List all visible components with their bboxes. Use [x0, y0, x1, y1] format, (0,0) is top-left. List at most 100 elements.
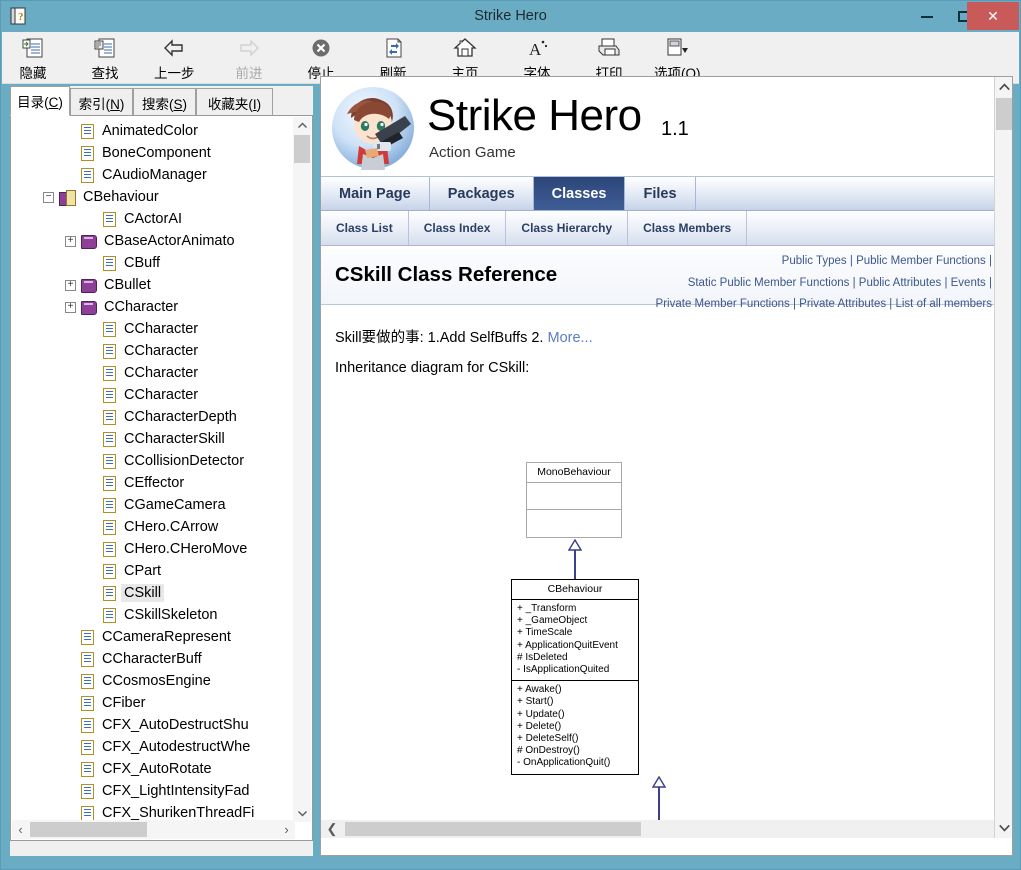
uml-attribute-item: + ApplicationQuitEvent [517, 639, 618, 651]
inheritance-diagram: MonoBehaviour CBehaviour + _Transform + _Ga… [321, 382, 995, 838]
doc-subtab-class-index[interactable]: Class Index [409, 211, 507, 245]
doc-subtab-class-list[interactable]: Class List [321, 211, 409, 245]
tree-scroll-thumb[interactable] [294, 135, 310, 163]
tree-item-label: CCharacter [104, 299, 179, 315]
contents-tree[interactable]: AnimatedColor BoneComponent CAudioManager −… [10, 115, 313, 841]
toolbar-button-stop[interactable]: 停止 [306, 35, 336, 82]
toolbar-button-options[interactable]: 选项(O) [654, 35, 701, 82]
doc-tab-classes[interactable]: Classes [533, 177, 626, 210]
tree-item[interactable]: CCharacter [11, 318, 292, 340]
tree-item[interactable]: CCharacterSkill [11, 428, 292, 450]
toolbar-button-refresh[interactable]: 刷新 [378, 35, 408, 82]
tree-horizontal-scrollbar[interactable]: ‹ › [12, 820, 295, 839]
tree-item[interactable]: CCollisionDetector [11, 450, 292, 472]
toolbar-button-find[interactable]: 查找 [90, 35, 120, 82]
doc-tab-main-page[interactable]: Main Page [321, 177, 430, 210]
more-link[interactable]: More... [547, 330, 592, 346]
tree-item[interactable]: CFX_AutoDestructShu [11, 714, 292, 736]
tree-item[interactable]: CHero.CArrow [11, 516, 292, 538]
tree-hscroll-right-button[interactable]: › [278, 820, 295, 839]
toolbar-button-hide-pane[interactable]: 隐藏 [18, 35, 48, 82]
doc-vertical-scrollbar[interactable] [994, 77, 1012, 838]
tree-item[interactable]: CCharacter [11, 384, 292, 406]
tree-item[interactable]: CPart [11, 560, 292, 582]
summary-link[interactable]: Public Types [782, 255, 847, 267]
tree-item[interactable]: + CCharacter [11, 296, 292, 318]
uml-class-box-cbehaviour[interactable]: CBehaviour + _Transform + _GameObject + Tim… [511, 579, 639, 775]
home-icon [450, 35, 480, 61]
tree-item[interactable]: CCameraRepresent [11, 626, 292, 648]
tree-hscroll-left-button[interactable]: ‹ [12, 820, 29, 839]
page-icon [103, 387, 116, 403]
tree-item[interactable]: CCharacterDepth [11, 406, 292, 428]
tree-item[interactable]: CCharacter [11, 362, 292, 384]
doc-subtab-class-members[interactable]: Class Members [628, 211, 748, 245]
tree-item[interactable]: CAudioManager [11, 164, 292, 186]
tree-scroll-up-button[interactable] [293, 117, 311, 134]
minimize-icon [920, 15, 933, 18]
summary-link[interactable]: Private Member Functions [656, 298, 790, 310]
tree-item[interactable]: − CBehaviour [11, 186, 292, 208]
close-button[interactable]: ✕ [967, 2, 1019, 30]
doc-scroll-down-button[interactable] [995, 818, 1012, 838]
tree-item[interactable]: CFX_ShurikenThreadFi [11, 802, 292, 820]
summary-link[interactable]: List of all members [895, 298, 992, 310]
nav-tab-0[interactable]: 目录(C) [10, 86, 70, 116]
font-icon: A [522, 35, 552, 61]
page-icon [103, 365, 116, 381]
uml-method-section [527, 510, 621, 537]
tree-item-label: CBaseActorAnimato [104, 233, 235, 249]
tree-item[interactable]: CFX_AutoRotate [11, 758, 292, 780]
tree-vertical-scrollbar[interactable] [293, 117, 311, 822]
tree-item-label: AnimatedColor [102, 123, 198, 139]
summary-link[interactable]: Public Member Functions [856, 255, 986, 267]
summary-link[interactable]: Events [951, 277, 986, 289]
doc-hscroll-left-button[interactable]: ❮ [321, 820, 343, 838]
tree-item[interactable]: CFiber [11, 692, 292, 714]
uml-class-box-monobehaviour[interactable]: MonoBehaviour [526, 462, 622, 538]
doc-tab-packages[interactable]: Packages [430, 177, 534, 210]
tree-hscroll-thumb[interactable] [30, 822, 147, 837]
toolbar-button-home[interactable]: 主页 [450, 35, 480, 82]
toolbar-button-print[interactable]: 打印 [594, 35, 624, 82]
doc-scroll-thumb[interactable] [996, 98, 1012, 130]
tree-item[interactable]: CSkillSkeleton [11, 604, 292, 626]
tree-item[interactable]: + CBullet [11, 274, 292, 296]
page-icon [103, 497, 116, 513]
expand-plus-icon[interactable]: + [65, 235, 76, 247]
tree-item[interactable]: BoneComponent [11, 142, 292, 164]
summary-link[interactable]: Private Attributes [799, 298, 886, 310]
tree-item[interactable]: AnimatedColor [11, 120, 292, 142]
tree-item[interactable]: CEffector [11, 472, 292, 494]
nav-tab-1[interactable]: 索引(N) [70, 88, 133, 116]
doc-horizontal-scrollbar[interactable]: ❮ ❯ [321, 820, 995, 838]
summary-link[interactable]: Static Public Member Functions [688, 277, 850, 289]
doc-subtab-class-hierarchy[interactable]: Class Hierarchy [506, 211, 629, 245]
tree-item[interactable]: CSkill [11, 582, 292, 604]
tree-item[interactable]: CFX_LightIntensityFad [11, 780, 292, 802]
doc-hscroll-thumb[interactable] [345, 822, 641, 836]
toolbar-button-font[interactable]: A 字体 [522, 35, 552, 82]
summary-link[interactable]: Public Attributes [859, 277, 941, 289]
collapse-minus-icon[interactable]: − [43, 191, 54, 203]
nav-tab-3[interactable]: 收藏夹(I) [196, 88, 273, 116]
expand-plus-icon[interactable]: + [65, 301, 76, 313]
tree-item[interactable]: CFX_AutodestructWhe [11, 736, 292, 758]
tree-item[interactable]: CGameCamera [11, 494, 292, 516]
tree-item-label: CFX_AutoDestructShu [102, 717, 249, 733]
doc-tab-files[interactable]: Files [625, 177, 696, 210]
doc-scroll-up-button[interactable] [995, 77, 1012, 97]
tree-scroll-down-button[interactable] [293, 805, 311, 822]
nav-tab-2[interactable]: 搜索(S) [133, 88, 196, 116]
doxygen-document: Strike Hero 1.1 Action Game Main Page Pac… [321, 77, 995, 838]
tree-item[interactable]: CCharacter [11, 340, 292, 362]
tree-item[interactable]: + CBaseActorAnimato [11, 230, 292, 252]
tree-item[interactable]: CBuff [11, 252, 292, 274]
tree-item[interactable]: CHero.CHeroMove [11, 538, 292, 560]
tree-item[interactable]: CCosmosEngine [11, 670, 292, 692]
tree-item[interactable]: CCharacterBuff [11, 648, 292, 670]
toolbar-button-back-arrow[interactable]: 上一步 [154, 35, 195, 82]
tree-item[interactable]: CActorAI [11, 208, 292, 230]
expand-plus-icon[interactable]: + [65, 279, 76, 291]
minimize-button[interactable] [909, 2, 944, 31]
